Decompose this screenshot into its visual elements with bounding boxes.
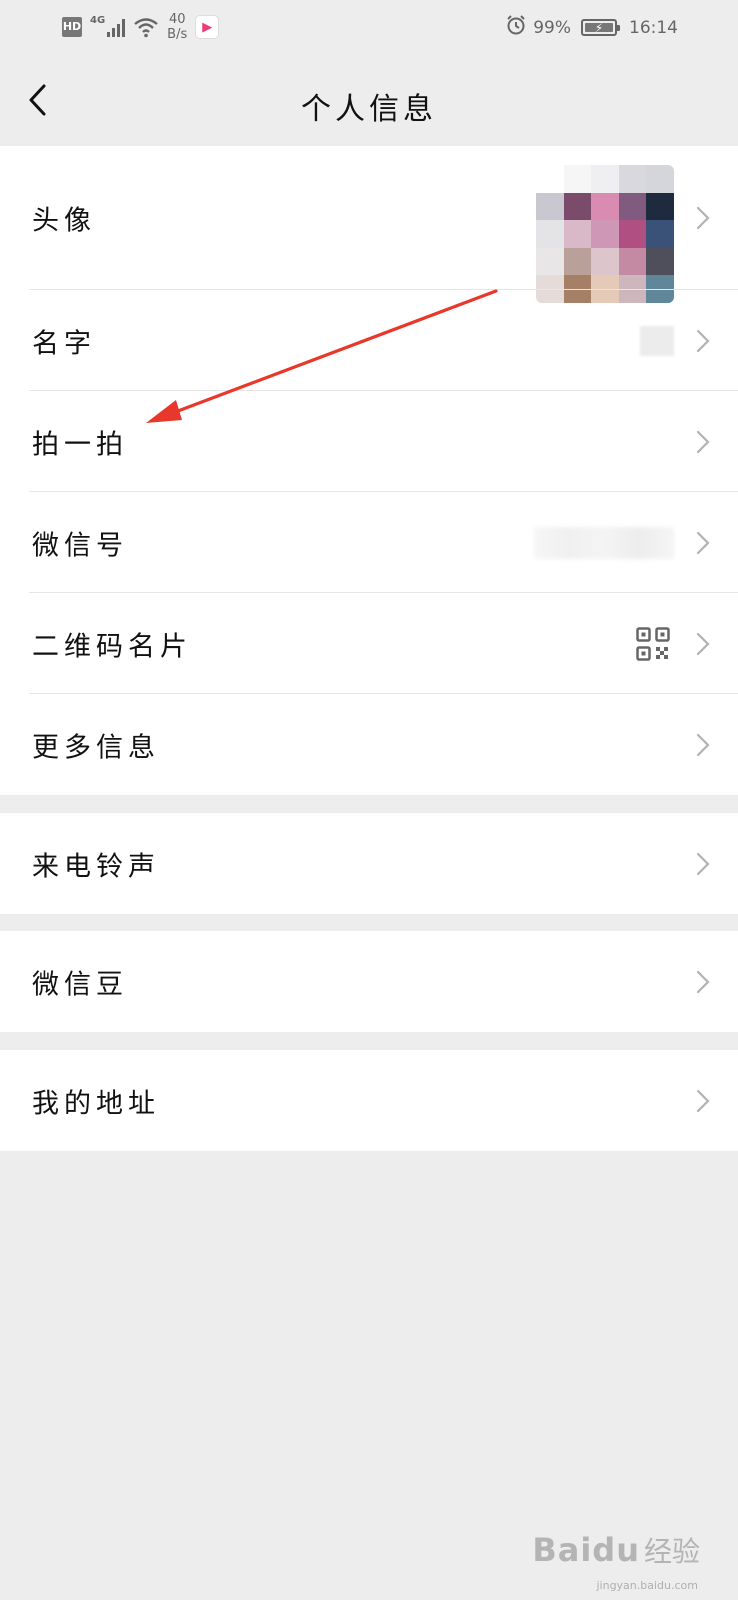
youku-app-icon: ▶ bbox=[195, 15, 220, 39]
row-ringtone[interactable]: 来电铃声 bbox=[0, 813, 738, 914]
row-pat[interactable]: 拍一拍 bbox=[0, 391, 738, 492]
blurred-name bbox=[640, 325, 674, 356]
watermark-url: jingyan.baidu.com bbox=[596, 1579, 698, 1592]
row-label: 二维码名片 bbox=[32, 631, 192, 662]
chevron-right-icon bbox=[696, 329, 710, 352]
row-label: 头像 bbox=[32, 205, 96, 237]
hd-icon: HD bbox=[62, 17, 82, 37]
screen: HD 4G 40 B/s ▶ 99% ⚡ 16:14 个人信息 头像 名字 拍一… bbox=[0, 0, 738, 1600]
address-group: 我的地址 bbox=[0, 1050, 738, 1151]
qr-code-icon bbox=[636, 626, 670, 661]
network-speed: 40 B/s bbox=[167, 12, 187, 42]
row-wechat-beans[interactable]: 微信豆 bbox=[0, 931, 738, 1032]
row-more-info[interactable]: 更多信息 bbox=[0, 694, 738, 795]
chevron-right-icon bbox=[696, 733, 710, 756]
ringtone-group: 来电铃声 bbox=[0, 813, 738, 914]
row-label: 更多信息 bbox=[32, 732, 160, 763]
wifi-icon bbox=[133, 16, 159, 38]
status-bar: HD 4G 40 B/s ▶ 99% ⚡ 16:14 bbox=[0, 0, 738, 58]
blurred-wechat-id bbox=[534, 526, 674, 559]
row-wechat-id[interactable]: 微信号 bbox=[0, 492, 738, 593]
watermark-brand: Baidu bbox=[532, 1531, 640, 1569]
row-name[interactable]: 名字 bbox=[0, 290, 738, 391]
network-type: 4G bbox=[90, 14, 106, 26]
baidu-watermark: Baidu 经验 bbox=[532, 1530, 700, 1570]
row-label: 我的地址 bbox=[32, 1088, 160, 1119]
page-title: 个人信息 bbox=[301, 92, 437, 127]
chevron-right-icon bbox=[696, 970, 710, 993]
status-bar-left: HD 4G 40 B/s ▶ bbox=[62, 12, 220, 42]
chevron-right-icon bbox=[696, 430, 710, 453]
alarm-icon bbox=[505, 14, 527, 41]
watermark-sub: 经验 bbox=[643, 1535, 700, 1568]
chevron-right-icon bbox=[696, 1089, 710, 1112]
profile-group: 头像 名字 拍一拍 微信号 二维码名片 更多信息 bbox=[0, 146, 738, 795]
clock: 16:14 bbox=[629, 17, 678, 38]
chevron-right-icon bbox=[696, 531, 710, 554]
status-bar-right: 99% ⚡ 16:14 bbox=[505, 14, 678, 41]
chevron-right-icon bbox=[696, 852, 710, 875]
signal-icon bbox=[107, 17, 126, 37]
speed-unit: B/s bbox=[167, 27, 188, 42]
row-label: 来电铃声 bbox=[32, 851, 160, 882]
row-label: 拍一拍 bbox=[32, 429, 128, 460]
chevron-right-icon bbox=[696, 632, 710, 655]
nav-bar: 个人信息 bbox=[0, 58, 738, 146]
avatar[interactable] bbox=[536, 165, 674, 303]
wechat-beans-group: 微信豆 bbox=[0, 931, 738, 1032]
charging-icon: ⚡ bbox=[594, 20, 604, 35]
row-my-address[interactable]: 我的地址 bbox=[0, 1050, 738, 1151]
speed-value: 40 bbox=[168, 12, 186, 27]
chevron-right-icon bbox=[696, 206, 710, 230]
row-label: 名字 bbox=[32, 328, 96, 359]
battery-percent: 99% bbox=[533, 17, 571, 38]
row-avatar[interactable]: 头像 bbox=[0, 146, 738, 303]
row-label: 微信豆 bbox=[32, 969, 128, 1000]
row-label: 微信号 bbox=[32, 530, 128, 561]
battery-icon: ⚡ bbox=[581, 19, 620, 36]
row-qr-code[interactable]: 二维码名片 bbox=[0, 593, 738, 694]
